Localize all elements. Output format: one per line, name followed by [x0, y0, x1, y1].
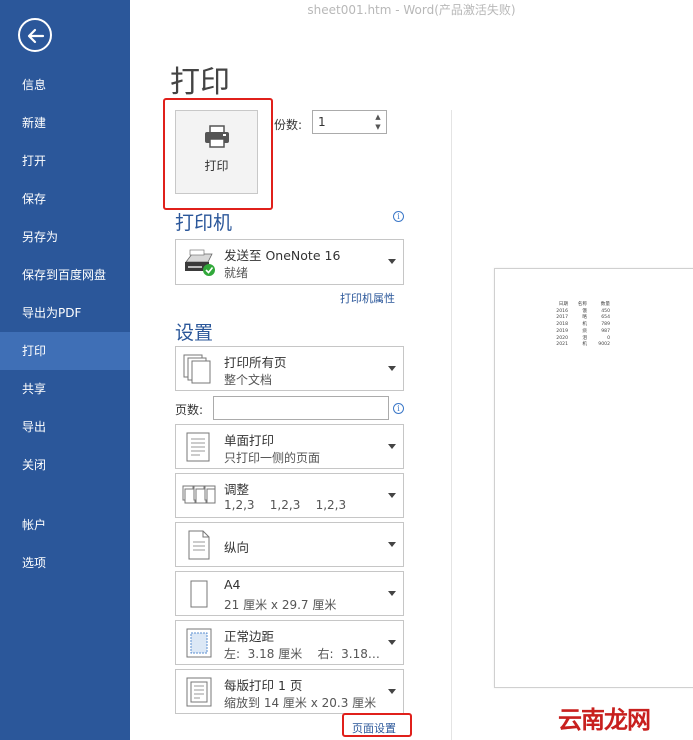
- page-title: 打印: [170, 65, 230, 100]
- back-arrow-icon[interactable]: [18, 18, 52, 52]
- window-title: sheet001.htm - Word(产品激活失败): [307, 3, 516, 17]
- sidebar-item-print[interactable]: 打印: [0, 332, 130, 370]
- copies-decrement-icon[interactable]: ▼: [372, 122, 384, 132]
- preview-cell: 机: [582, 342, 587, 348]
- preview-cell: 789: [601, 322, 610, 328]
- page-layout-icon: [186, 677, 212, 707]
- preview-header-name: 名称: [577, 302, 587, 307]
- chevron-down-icon: [388, 444, 396, 449]
- chevron-down-icon: [388, 591, 396, 596]
- preview-table: 日期 名称 数量 2016 饿 450 2017 略 654 2018 机 78…: [546, 302, 610, 349]
- settings-section-title: 设置: [175, 322, 214, 344]
- chevron-down-icon: [388, 493, 396, 498]
- info-icon[interactable]: i: [393, 211, 404, 222]
- sidebar-item-new[interactable]: 新建: [0, 104, 130, 142]
- preview-cell: 987: [601, 328, 610, 334]
- chevron-down-icon: [388, 689, 396, 694]
- copies-increment-icon[interactable]: ▲: [372, 112, 384, 122]
- preview-header-qty: 数量: [600, 302, 610, 307]
- printer-section-title: 打印机: [175, 212, 233, 234]
- sidebar-item-save-to-baidu[interactable]: 保存到百度网盘: [0, 256, 130, 294]
- sidebar-item-share[interactable]: 共享: [0, 370, 130, 408]
- sidebar-item-export-pdf[interactable]: 导出为PDF: [0, 294, 130, 332]
- preview-cell: 2018: [556, 322, 568, 328]
- sides-sub: 只打印一侧的页面: [224, 451, 321, 465]
- highlight-box: [342, 713, 412, 737]
- sidebar-item-open[interactable]: 打开: [0, 142, 130, 180]
- printer-name: 发送至 OneNote 16: [224, 248, 341, 263]
- preview-cell: 2019: [556, 328, 568, 334]
- collate-sub: 1,2,3 1,2,3 1,2,3: [224, 498, 347, 512]
- preview-header-date: 日期: [558, 302, 568, 307]
- chevron-down-icon: [388, 542, 396, 547]
- preview-row: 2018 机 789: [546, 322, 610, 329]
- print-range-select[interactable]: 打印所有页 整个文档: [175, 346, 404, 391]
- margins-icon: [186, 628, 212, 658]
- sidebar-item-export[interactable]: 导出: [0, 408, 130, 446]
- printer-properties-link[interactable]: 打印机属性: [340, 290, 395, 306]
- sidebar-item-save[interactable]: 保存: [0, 180, 130, 218]
- one-sided-icon: [186, 432, 210, 462]
- info-icon[interactable]: i: [393, 403, 404, 414]
- print-range-label: 打印所有页: [224, 355, 287, 370]
- chevron-down-icon: [388, 640, 396, 645]
- margins-select[interactable]: 正常边距 左: 3.18 厘米 右: 3.18…: [175, 620, 404, 665]
- printer-select[interactable]: 发送至 OneNote 16 就绪: [175, 239, 404, 285]
- copies-label: 份数:: [274, 118, 303, 132]
- paper-size-label: A4: [224, 577, 241, 592]
- sides-label: 单面打印: [224, 433, 275, 448]
- preview-row: 2021 机 9002: [546, 342, 610, 349]
- paper-size-select[interactable]: A4 21 厘米 x 29.7 厘米: [175, 571, 404, 616]
- paper-size-sub: 21 厘米 x 29.7 厘米: [224, 598, 337, 612]
- sides-select[interactable]: 单面打印 只打印一侧的页面: [175, 424, 404, 469]
- orientation-select[interactable]: 纵向: [175, 522, 404, 567]
- sidebar-item-options[interactable]: 选项: [0, 544, 130, 582]
- chevron-down-icon: [388, 259, 396, 264]
- preview-cell: 2021: [556, 342, 568, 348]
- chevron-down-icon: [388, 366, 396, 371]
- pane-divider: [451, 110, 452, 740]
- highlight-box: [163, 98, 273, 210]
- printer-device-icon: [185, 249, 215, 276]
- pages-label: 页数:: [175, 403, 204, 417]
- pages-per-sheet-sub: 缩放到 14 厘米 x 20.3 厘米: [224, 696, 377, 710]
- pages-stack-icon: [183, 354, 211, 384]
- portrait-icon: [188, 530, 210, 560]
- orientation-label: 纵向: [224, 540, 250, 555]
- pages-input[interactable]: [213, 396, 389, 420]
- margins-label: 正常边距: [224, 629, 275, 644]
- backstage-sidebar: 信息 新建 打开 保存 另存为 保存到百度网盘 导出为PDF 打印 共享 导出 …: [0, 0, 130, 740]
- watermark-logo: 云南龙网: [558, 706, 651, 734]
- preview-row: 2019 痰 987: [546, 329, 610, 336]
- sidebar-item-account[interactable]: 帐户: [0, 506, 130, 544]
- printer-status: 就绪: [224, 266, 249, 280]
- pages-per-sheet-label: 每版打印 1 页: [224, 678, 303, 693]
- print-range-sub: 整个文档: [224, 373, 273, 387]
- sidebar-item-save-as[interactable]: 另存为: [0, 218, 130, 256]
- sidebar-item-info[interactable]: 信息: [0, 66, 130, 104]
- preview-header-row: 日期 名称 数量: [546, 302, 610, 309]
- pages-per-sheet-select[interactable]: 每版打印 1 页 缩放到 14 厘米 x 20.3 厘米: [175, 669, 404, 714]
- sidebar-item-close[interactable]: 关闭: [0, 446, 130, 484]
- paper-size-icon: [190, 580, 208, 608]
- collate-label: 调整: [224, 482, 250, 497]
- margins-sub: 左: 3.18 厘米 右: 3.18…: [224, 647, 380, 661]
- preview-cell: 机: [582, 322, 587, 328]
- collate-icon: [182, 485, 216, 504]
- preview-cell: 痰: [582, 328, 587, 334]
- collate-select[interactable]: 调整 1,2,3 1,2,3 1,2,3: [175, 473, 404, 518]
- preview-cell: 9002: [598, 342, 610, 348]
